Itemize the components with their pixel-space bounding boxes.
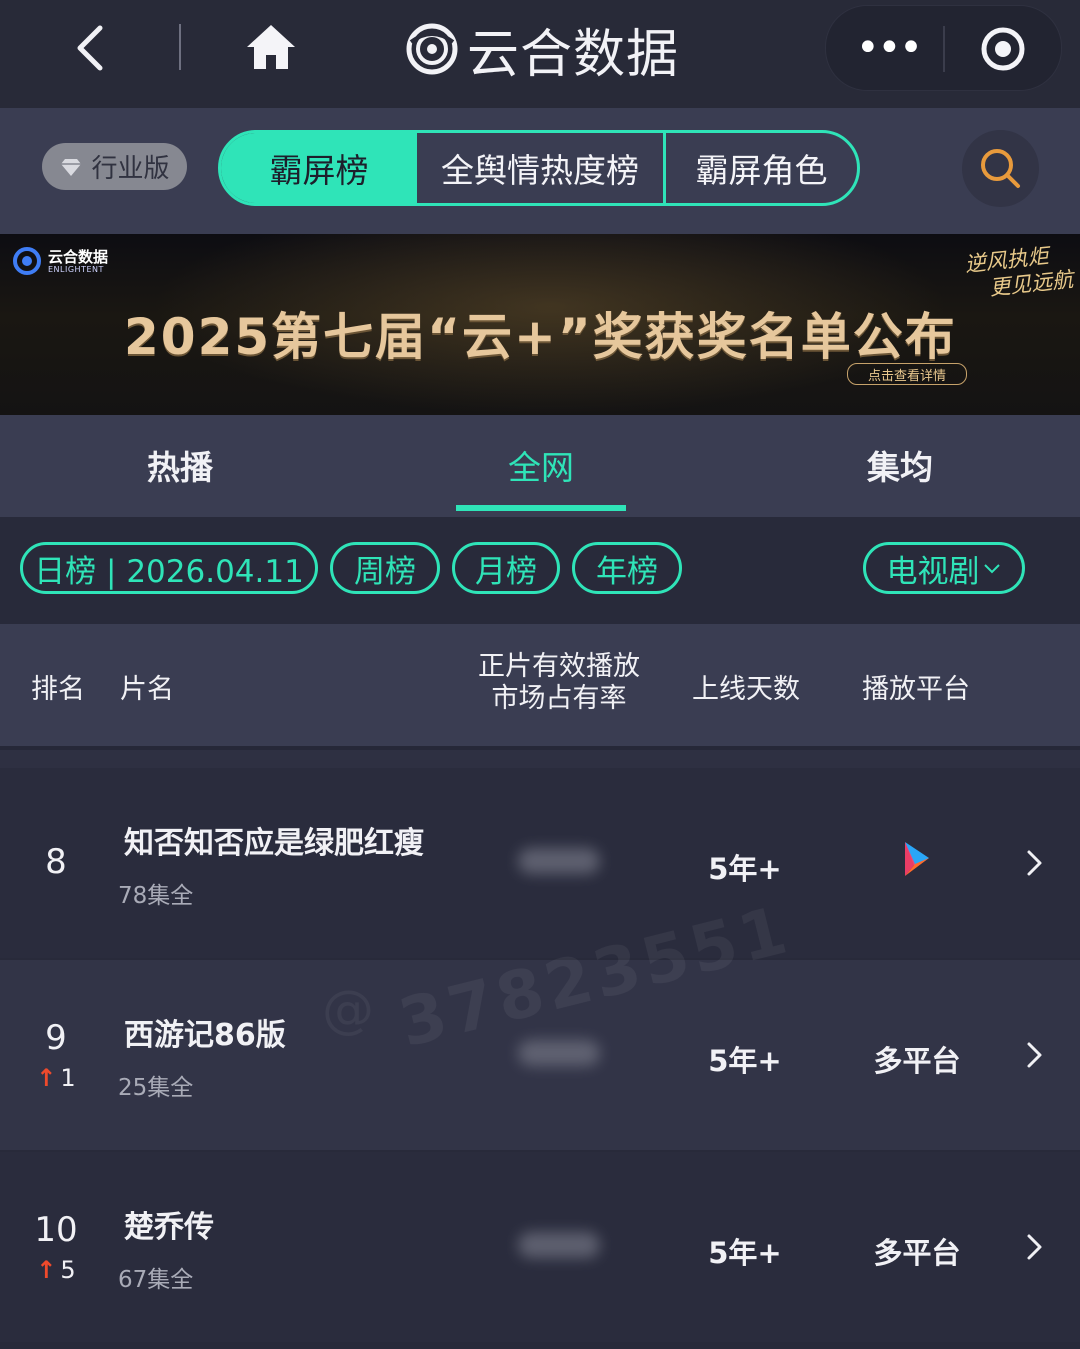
row-days-online: 5年+ bbox=[708, 852, 782, 886]
row-market-share-blurred bbox=[518, 1040, 600, 1066]
watermark-at: @ bbox=[322, 980, 374, 1040]
app-title: 云合数据 bbox=[405, 14, 680, 85]
row-market-share-blurred bbox=[518, 1232, 600, 1258]
yunhe-logo-icon bbox=[406, 23, 458, 75]
header-market-share-line2: 市场占有率 bbox=[491, 683, 627, 714]
yunhe-logo-icon bbox=[13, 247, 41, 275]
list-segmented-control: 霸屏榜 全舆情热度榜 霸屏角色 bbox=[218, 130, 860, 206]
rank-change-value: 1 bbox=[60, 1064, 76, 1092]
close-miniprogram-icon[interactable] bbox=[980, 26, 1026, 72]
row-episodes: 78集全 bbox=[118, 883, 194, 909]
table-spacer bbox=[0, 750, 1080, 768]
chip-daily[interactable]: 日榜 | 2026.04.11 bbox=[20, 542, 318, 594]
award-banner[interactable]: 云合数据 ENLIGHTENT 逆风执炬 更见远航 2025第七届“云+”奖获奖… bbox=[0, 234, 1080, 415]
chevron-right-icon[interactable] bbox=[1022, 1232, 1046, 1262]
tab-hot[interactable]: 热播 bbox=[147, 441, 213, 489]
row-rank-change: ↑ 5 bbox=[0, 1256, 112, 1284]
segment-screen-dominance[interactable]: 霸屏榜 bbox=[221, 133, 417, 203]
search-icon bbox=[981, 149, 1020, 188]
header-market-share-line1: 正片有效播放 bbox=[478, 651, 640, 682]
table-row[interactable]: 8 知否知否应是绿肥红瘦 78集全 5年+ bbox=[0, 768, 1080, 958]
chevron-right-icon[interactable] bbox=[1022, 848, 1046, 878]
active-tab-indicator bbox=[456, 505, 626, 511]
list-type-bar: 行业版 霸屏榜 全舆情热度榜 霸屏角色 bbox=[0, 108, 1080, 234]
banner-brand: 云合数据 ENLIGHTENT bbox=[12, 246, 108, 276]
row-episodes: 67集全 bbox=[118, 1267, 194, 1293]
row-market-share-blurred bbox=[518, 848, 600, 874]
segment-screen-roles[interactable]: 霸屏角色 bbox=[666, 133, 857, 203]
table-header: 排名 片名 正片有效播放 市场占有率 上线天数 播放平台 bbox=[0, 624, 1080, 750]
row-rank: 10 bbox=[34, 1210, 78, 1250]
banner-brand-text: 云合数据 bbox=[48, 247, 109, 266]
row-platform bbox=[858, 838, 976, 887]
industry-edition-button[interactable]: 行业版 bbox=[42, 143, 187, 190]
banner-brand-sub: ENLIGHTENT bbox=[48, 264, 104, 274]
diamond-icon bbox=[61, 158, 82, 176]
category-dropdown[interactable]: 电视剧 bbox=[863, 542, 1025, 594]
capsule-divider bbox=[943, 26, 945, 72]
nav-divider bbox=[179, 24, 181, 70]
youku-icon bbox=[905, 842, 929, 876]
ranking-tabs: 热播 全网 集均 bbox=[0, 415, 1080, 517]
chip-monthly[interactable]: 月榜 bbox=[452, 542, 560, 594]
row-episodes: 25集全 bbox=[118, 1075, 194, 1101]
segment-opinion-heat[interactable]: 全舆情热度榜 bbox=[417, 133, 666, 203]
banner-detail-button[interactable]: 点击查看详情 bbox=[847, 363, 967, 385]
row-days-online: 5年+ bbox=[708, 1236, 782, 1270]
more-icon[interactable]: ••• bbox=[856, 28, 923, 68]
rank-up-arrow-icon: ↑ bbox=[36, 1064, 57, 1092]
chip-weekly[interactable]: 周榜 bbox=[330, 542, 440, 594]
row-title: 西游记86版 bbox=[124, 1018, 286, 1053]
period-filter: 日榜 | 2026.04.11 周榜 月榜 年榜 电视剧 bbox=[0, 517, 1080, 624]
tab-per-episode[interactable]: 集均 bbox=[867, 441, 933, 489]
app-title-text: 云合数据 bbox=[467, 24, 680, 85]
chevron-right-icon[interactable] bbox=[1022, 1040, 1046, 1070]
row-rank: 8 bbox=[45, 842, 67, 882]
mini-program-capsule: ••• bbox=[825, 5, 1062, 91]
header-platform: 播放平台 bbox=[862, 674, 970, 705]
back-icon[interactable] bbox=[70, 22, 114, 74]
row-title: 楚乔传 bbox=[124, 1210, 214, 1245]
top-nav-bar: 云合数据 ••• bbox=[0, 0, 1080, 108]
header-days-online: 上线天数 bbox=[692, 674, 800, 705]
row-platform: 多平台 bbox=[873, 1044, 961, 1078]
header-title: 片名 bbox=[120, 674, 174, 705]
header-market-share: 正片有效播放 市场占有率 bbox=[470, 651, 648, 715]
header-rank: 排名 bbox=[31, 674, 85, 705]
home-icon[interactable] bbox=[244, 22, 298, 72]
banner-slogan: 逆风执炬 更见远航 bbox=[964, 241, 1075, 304]
row-title: 知否知否应是绿肥红瘦 bbox=[124, 826, 424, 861]
table-row[interactable]: 10 ↑ 5 楚乔传 67集全 5年+ 多平台 bbox=[0, 1152, 1080, 1342]
row-rank-change: ↑ 1 bbox=[0, 1064, 112, 1092]
row-days-online: 5年+ bbox=[708, 1044, 782, 1078]
row-rank: 9 bbox=[45, 1018, 67, 1058]
row-platform: 多平台 bbox=[873, 1236, 961, 1270]
industry-edition-label: 行业版 bbox=[91, 154, 170, 184]
rank-change-value: 5 bbox=[60, 1256, 76, 1284]
tab-all-network[interactable]: 全网 bbox=[508, 441, 574, 489]
chevron-down-icon bbox=[983, 564, 1000, 574]
rank-up-arrow-icon: ↑ bbox=[36, 1256, 57, 1284]
category-dropdown-label: 电视剧 bbox=[886, 553, 980, 590]
banner-headline: 2025第七届“云+”奖获奖名单公布 bbox=[124, 308, 957, 366]
search-button[interactable] bbox=[962, 130, 1039, 207]
chip-yearly[interactable]: 年榜 bbox=[572, 542, 682, 594]
